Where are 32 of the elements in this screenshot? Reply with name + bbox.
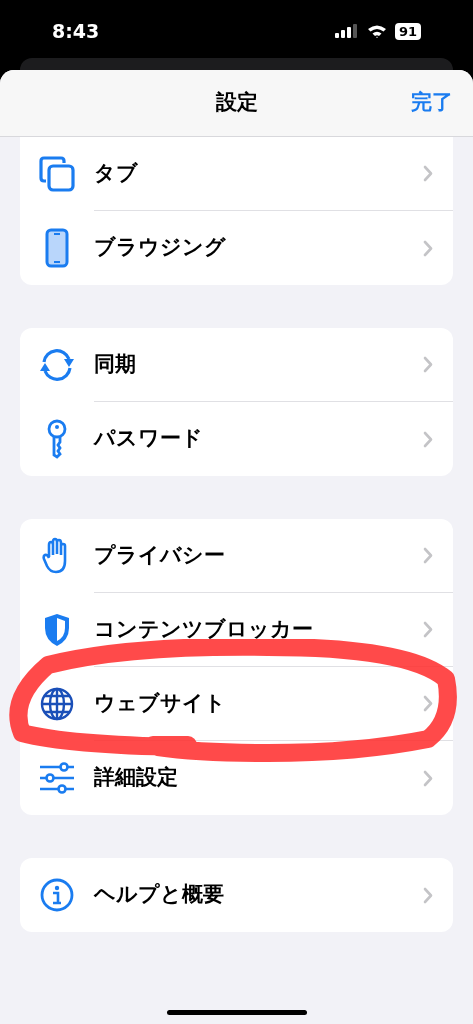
sync-icon [37, 347, 77, 383]
globe-icon [39, 686, 75, 722]
setting-label[interactable]: 同期 [94, 348, 136, 381]
tabs-icon [38, 155, 76, 193]
setting-label[interactable]: ウェブサイト [94, 687, 226, 720]
chevron-icon [423, 165, 433, 182]
status-time: 8:43 [52, 18, 100, 44]
chevron-icon [423, 621, 433, 638]
setting-label[interactable]: タブ [94, 157, 138, 190]
sheet-title: 設定 [215, 89, 258, 117]
chevron-icon [423, 695, 433, 712]
chevron-icon [423, 886, 433, 904]
setting-label[interactable]: プライバシー [94, 539, 225, 572]
chevron-icon [423, 356, 433, 373]
phone-icon [45, 228, 69, 268]
setting-label[interactable]: ブラウジング [94, 232, 226, 264]
sliders-icon [38, 762, 76, 794]
chevron-icon [423, 547, 433, 564]
done-button[interactable]: 完了 [411, 87, 453, 119]
setting-label[interactable]: ヘルプと概要 [94, 879, 224, 911]
chevron-icon [423, 430, 433, 448]
setting-label[interactable]: 詳細設定 [94, 762, 178, 794]
shield-icon [43, 612, 71, 648]
setting-label[interactable]: コンテンツブロッカー [94, 613, 313, 646]
battery-level: 91 [394, 22, 421, 40]
info-icon [39, 877, 75, 913]
wifi-icon [366, 23, 387, 39]
chevron-icon [423, 769, 433, 787]
key-icon [45, 419, 69, 459]
signal-icon [334, 24, 359, 38]
chevron-icon [423, 239, 433, 257]
setting-label[interactable]: パスワード [94, 423, 203, 455]
